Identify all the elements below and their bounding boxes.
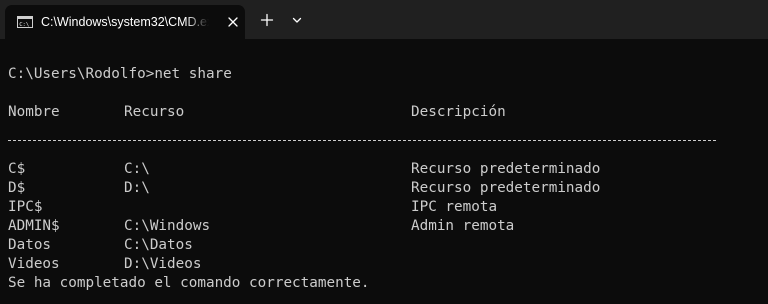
header-resource: Recurso [124, 104, 185, 120]
share-name: Videos [8, 256, 60, 272]
share-description: IPC remota [411, 199, 498, 215]
share-resource: D:\Videos [124, 256, 202, 272]
header-description: Descripción [411, 104, 506, 120]
svg-text:C:\: C:\ [19, 22, 29, 28]
result-message: Se ha completado el comando correctament… [8, 275, 370, 291]
share-resource: C:\ [124, 161, 150, 177]
command-line: C:\Users\Rodolfo>net share [8, 65, 232, 84]
share-name: Datos [8, 237, 52, 253]
separator-line [8, 140, 716, 141]
share-resource: D:\ [124, 180, 150, 196]
share-resource: C:\Datos [124, 237, 193, 253]
terminal-output[interactable]: C:\Users\Rodolfo>net share Nombre Recurs… [8, 58, 760, 304]
share-name: ADMIN$ [8, 218, 60, 234]
command-text: net share [154, 66, 232, 82]
cmd-icon: C:\ [17, 16, 33, 28]
terminal-tab[interactable]: C:\ C:\Windows\system32\CMD.exe [5, 5, 245, 39]
title-bar: C:\ C:\Windows\system32\CMD.exe [0, 0, 768, 39]
plus-icon[interactable] [259, 12, 275, 28]
tab-title: C:\Windows\system32\CMD.exe [41, 15, 209, 29]
share-resource: C:\Windows [124, 218, 211, 234]
prompt: C:\Users\Rodolfo> [8, 66, 155, 82]
share-name: C$ [8, 161, 26, 177]
share-description: Recurso predeterminado [411, 161, 601, 177]
share-name: D$ [8, 180, 26, 196]
close-icon[interactable] [225, 14, 241, 30]
chevron-down-icon[interactable] [289, 12, 305, 28]
share-name: IPC$ [8, 199, 43, 215]
share-description: Admin remota [411, 218, 515, 234]
share-description: Recurso predeterminado [411, 180, 601, 196]
header-name: Nombre [8, 104, 60, 120]
